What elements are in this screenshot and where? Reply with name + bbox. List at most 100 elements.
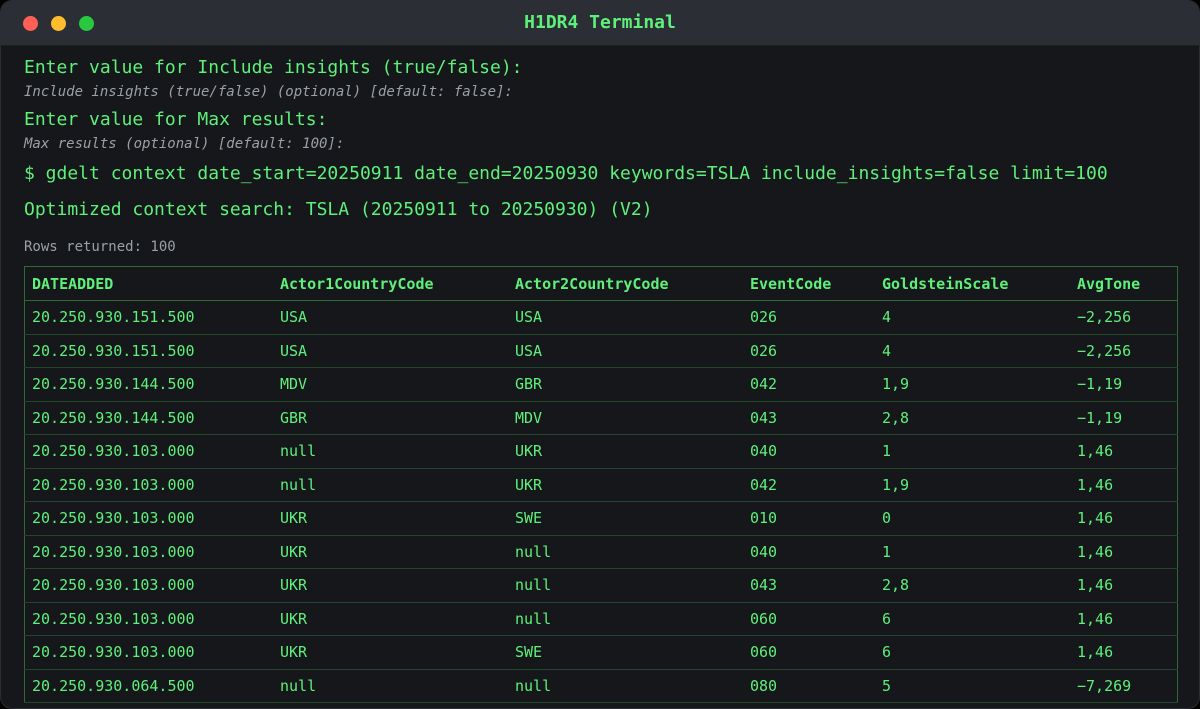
- results-body: 20.250.930.151.500 USA USA 026 4 −2,256 20.250…: [24, 300, 1178, 703]
- cell-dateadded: 20.250.930.103.000: [24, 501, 273, 536]
- cell-eventcode: 040: [743, 434, 875, 469]
- column-header-dateadded: DATEADDED: [24, 266, 273, 301]
- cell-avgtone: −7,269: [1070, 669, 1178, 703]
- table-row: 20.250.930.103.000 null UKR 040 1 1,46: [24, 434, 1178, 469]
- cell-dateadded: 20.250.930.103.000: [24, 468, 273, 502]
- cell-eventcode: 042: [743, 468, 875, 502]
- cell-actor2: UKR: [508, 468, 743, 502]
- cell-goldstein: 6: [875, 635, 1070, 670]
- cell-eventcode: 026: [743, 334, 875, 368]
- cell-avgtone: −2,256: [1070, 334, 1178, 368]
- cell-actor1: USA: [273, 300, 508, 335]
- terminal-window: H1DR4 Terminal Enter value for Include i…: [0, 0, 1200, 709]
- table-row: 20.250.930.103.000 UKR null 043 2,8 1,46: [24, 568, 1178, 603]
- cell-actor1: UKR: [273, 602, 508, 636]
- cell-eventcode: 080: [743, 669, 875, 703]
- column-header-actor1: Actor1CountryCode: [273, 266, 508, 301]
- table-row: 20.250.930.151.500 USA USA 026 4 −2,256: [24, 300, 1178, 335]
- column-header-eventcode: EventCode: [743, 266, 875, 301]
- cell-dateadded: 20.250.930.144.500: [24, 367, 273, 402]
- cell-eventcode: 043: [743, 568, 875, 603]
- cell-actor1: MDV: [273, 367, 508, 402]
- cell-eventcode: 040: [743, 535, 875, 569]
- cell-actor2: SWE: [508, 501, 743, 536]
- cell-avgtone: −1,19: [1070, 401, 1178, 435]
- cell-actor2: USA: [508, 334, 743, 368]
- cell-dateadded: 20.250.930.103.000: [24, 434, 273, 469]
- table-header-row: DATEADDED Actor1CountryCode Actor2Countr…: [24, 266, 1178, 301]
- cell-actor1: null: [273, 669, 508, 703]
- cell-avgtone: 1,46: [1070, 434, 1178, 469]
- cell-goldstein: 1,9: [875, 367, 1070, 402]
- cell-eventcode: 060: [743, 635, 875, 670]
- rows-returned-label: Rows returned: 100: [24, 239, 176, 255]
- cell-goldstein: 1,9: [875, 468, 1070, 502]
- cell-dateadded: 20.250.930.064.500: [24, 669, 273, 703]
- cell-goldstein: 1: [875, 434, 1070, 469]
- cell-actor2: null: [508, 568, 743, 603]
- window-title: H1DR4 Terminal: [524, 12, 676, 33]
- cell-actor2: GBR: [508, 367, 743, 402]
- cell-actor2: MDV: [508, 401, 743, 435]
- cell-goldstein: 5: [875, 669, 1070, 703]
- cell-eventcode: 010: [743, 501, 875, 536]
- cell-actor1: null: [273, 468, 508, 502]
- cell-actor1: null: [273, 434, 508, 469]
- table-row: 20.250.930.151.500 USA USA 026 4 −2,256: [24, 334, 1178, 368]
- table-row: 20.250.930.064.500 null null 080 5 −7,269: [24, 669, 1178, 703]
- column-header-goldstein: GoldsteinScale: [875, 266, 1070, 301]
- cell-avgtone: 1,46: [1070, 635, 1178, 670]
- cell-avgtone: 1,46: [1070, 602, 1178, 636]
- cell-dateadded: 20.250.930.103.000: [24, 568, 273, 603]
- search-info-line: Optimized context search: TSLA (20250911…: [24, 199, 653, 220]
- cell-actor2: USA: [508, 300, 743, 335]
- results-table: DATEADDED Actor1CountryCode Actor2Countr…: [24, 266, 1178, 703]
- cell-goldstein: 6: [875, 602, 1070, 636]
- title-bar[interactable]: H1DR4 Terminal: [1, 1, 1199, 46]
- table-row: 20.250.930.103.000 null UKR 042 1,9 1,46: [24, 468, 1178, 502]
- cell-goldstein: 2,8: [875, 401, 1070, 435]
- prompt-include-insights: Enter value for Include insights (true/f…: [24, 57, 523, 78]
- hint-max-results: Max results (optional) [default: 100]:: [24, 136, 345, 152]
- cell-avgtone: −1,19: [1070, 367, 1178, 402]
- cell-actor2: SWE: [508, 635, 743, 670]
- cell-dateadded: 20.250.930.151.500: [24, 334, 273, 368]
- cell-eventcode: 042: [743, 367, 875, 402]
- cell-eventcode: 043: [743, 401, 875, 435]
- column-header-actor2: Actor2CountryCode: [508, 266, 743, 301]
- cell-goldstein: 1: [875, 535, 1070, 569]
- cell-dateadded: 20.250.930.103.000: [24, 602, 273, 636]
- command-line: $ gdelt context date_start=20250911 date…: [24, 163, 1108, 184]
- cell-avgtone: −2,256: [1070, 300, 1178, 335]
- column-header-avgtone: AvgTone: [1070, 266, 1178, 301]
- cell-actor2: UKR: [508, 434, 743, 469]
- cell-goldstein: 4: [875, 300, 1070, 335]
- cell-eventcode: 026: [743, 300, 875, 335]
- cell-goldstein: 0: [875, 501, 1070, 536]
- table-row: 20.250.930.103.000 UKR SWE 060 6 1,46: [24, 635, 1178, 670]
- cell-dateadded: 20.250.930.151.500: [24, 300, 273, 335]
- cell-actor2: null: [508, 602, 743, 636]
- cell-avgtone: 1,46: [1070, 501, 1178, 536]
- cell-avgtone: 1,46: [1070, 535, 1178, 569]
- table-row: 20.250.930.144.500 MDV GBR 042 1,9 −1,19: [24, 367, 1178, 402]
- cell-actor2: null: [508, 535, 743, 569]
- cell-actor1: UKR: [273, 535, 508, 569]
- table-row: 20.250.930.103.000 UKR null 060 6 1,46: [24, 602, 1178, 636]
- cell-dateadded: 20.250.930.103.000: [24, 535, 273, 569]
- cell-actor2: null: [508, 669, 743, 703]
- cell-dateadded: 20.250.930.103.000: [24, 635, 273, 670]
- cell-actor1: UKR: [273, 501, 508, 536]
- cell-avgtone: 1,46: [1070, 468, 1178, 502]
- terminal-output: Enter value for Include insights (true/f…: [24, 55, 1179, 257]
- cell-goldstein: 2,8: [875, 568, 1070, 603]
- table-row: 20.250.930.103.000 UKR null 040 1 1,46: [24, 535, 1178, 569]
- table-row: 20.250.930.144.500 GBR MDV 043 2,8 −1,19: [24, 401, 1178, 435]
- cell-goldstein: 4: [875, 334, 1070, 368]
- cell-dateadded: 20.250.930.144.500: [24, 401, 273, 435]
- cell-actor1: USA: [273, 334, 508, 368]
- cell-actor1: GBR: [273, 401, 508, 435]
- prompt-max-results: Enter value for Max results:: [24, 109, 328, 130]
- cell-avgtone: 1,46: [1070, 568, 1178, 603]
- cell-eventcode: 060: [743, 602, 875, 636]
